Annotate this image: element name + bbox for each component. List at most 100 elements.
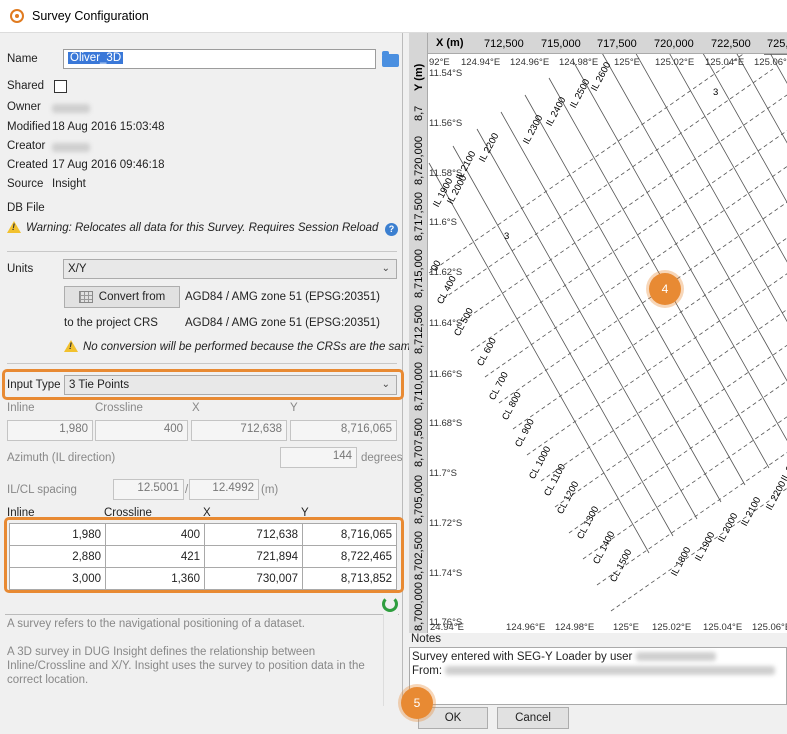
shared-label: Shared	[7, 80, 45, 92]
y-tick: 8,705,000	[413, 475, 425, 524]
tie-cell[interactable]: 2,880	[9, 545, 106, 568]
tie-cell[interactable]: 8,716,065	[302, 523, 397, 546]
y-tick: 8,702,500	[413, 531, 425, 580]
survey-map[interactable]: X (m) 712,500 715,000 717,500 720,000 72…	[409, 33, 787, 633]
separator	[7, 251, 397, 252]
y-tick: 8,712,500	[413, 305, 425, 354]
cancel-button[interactable]: Cancel	[497, 707, 569, 729]
tie-cell[interactable]: 1,360	[105, 567, 205, 590]
units-select[interactable]: X/Y ⌄	[63, 259, 397, 279]
x-axis-title: X (m)	[436, 37, 464, 49]
name-value: Oliver_3D	[68, 52, 124, 64]
owner-value-redacted	[52, 104, 90, 113]
azimuth-field: 144	[280, 447, 357, 468]
lon-label: 124.96°E	[510, 57, 550, 68]
created-label: Created	[7, 159, 48, 171]
refresh-icon[interactable]	[382, 596, 398, 612]
tie-cell[interactable]: 721,894	[204, 545, 303, 568]
ref-crossline-header: Crossline	[95, 402, 143, 414]
shared-checkbox[interactable]	[54, 80, 67, 93]
x-tick: 722,500	[711, 38, 751, 50]
lon-label: 125.06°E	[752, 622, 787, 633]
crossline-line	[498, 201, 787, 404]
lat-label: 11.76°S	[429, 617, 463, 628]
tie-cell[interactable]: 3,000	[9, 567, 106, 590]
survey-properties-panel: Name Oliver_3D Shared Owner Modified 18 …	[0, 33, 417, 707]
spacing-label: IL/CL spacing	[7, 484, 77, 496]
x-tick: 720,000	[654, 38, 694, 50]
source-value: Insight	[52, 178, 86, 190]
name-input[interactable]: Oliver_3D	[63, 49, 376, 69]
lat-label: 11.54°S	[429, 68, 463, 79]
tie-cell[interactable]: 421	[105, 545, 205, 568]
step-callout-5: 5	[401, 687, 433, 719]
y-tick: 8,710,000	[413, 362, 425, 411]
dbfile-label: DB File	[7, 202, 45, 214]
convert-from-button[interactable]: Convert from	[64, 286, 180, 308]
table-row: 3,000 1,360 730,007 8,713,852	[9, 567, 397, 590]
notes-from-redacted	[445, 666, 776, 675]
tie-points-table: 1,980 400 712,638 8,716,065 2,880 421 72…	[9, 523, 397, 590]
description-scrollbar[interactable]	[383, 614, 398, 706]
lon-label: 125°E	[613, 622, 639, 633]
window-title: Survey Configuration	[32, 9, 149, 23]
notes-line2: From:	[412, 665, 443, 677]
grid-mark: 3	[504, 231, 510, 242]
x-tick: 712,500	[484, 38, 524, 50]
title-bar: Survey Configuration	[0, 0, 787, 33]
description-text: A survey refers to the navigational posi…	[7, 618, 305, 630]
y-tick: 8,700,000	[413, 582, 425, 631]
crossline-line	[526, 273, 787, 456]
input-type-select[interactable]: 3 Tie Points ⌄	[64, 375, 397, 395]
tie-cell[interactable]: 8,722,465	[302, 545, 397, 568]
lat-label: 11.74°S	[429, 568, 463, 579]
x-tick: 717,500	[597, 38, 637, 50]
lon-label: 125.04°E	[705, 57, 745, 68]
description-panel: A survey refers to the navigational posi…	[5, 614, 399, 706]
spacing-separator: /	[185, 484, 189, 496]
tie-cell[interactable]: 712,638	[204, 523, 303, 546]
y-tick: 8,7	[413, 105, 425, 121]
warning-icon	[64, 340, 78, 352]
created-value: 17 Aug 2016 09:46:18	[52, 159, 165, 171]
ref-crossline-field: 400	[95, 420, 188, 441]
help-icon[interactable]: ?	[385, 223, 398, 236]
lon-label: 125°E	[614, 57, 640, 68]
tie-cell[interactable]: 1,980	[9, 523, 106, 546]
lon-label: 125.02°E	[655, 57, 695, 68]
lon-label: 125.04°E	[703, 622, 743, 633]
tie-cell[interactable]: 8,713,852	[302, 567, 397, 590]
inline-line	[623, 33, 787, 323]
notes-line: From:	[412, 664, 784, 678]
units-label: Units	[7, 263, 34, 275]
azimuth-unit: degrees	[361, 452, 403, 464]
ref-inline-field: 1,980	[7, 420, 93, 441]
y-axis-title: Y (m)	[413, 63, 425, 91]
grid-mark: 3	[713, 87, 719, 98]
table-row: 1,980 400 712,638 8,716,065	[9, 523, 397, 546]
dbfile-warning-text: Warning: Relocates all data for this Sur…	[26, 222, 379, 234]
no-conversion-warning: No conversion will be performed because …	[64, 340, 417, 353]
folder-icon[interactable]	[382, 51, 399, 67]
crossline-line	[512, 237, 787, 430]
tie-cell[interactable]: 400	[105, 523, 205, 546]
ref-inline-header: Inline	[7, 402, 35, 414]
description-text: A 3D survey in DUG Insight defines the r…	[7, 646, 365, 686]
to-crs: AGD84 / AMG zone 51 (EPSG:20351)	[185, 317, 380, 329]
x-tick: 715,000	[541, 38, 581, 50]
crossline-line	[456, 94, 787, 326]
lon-label: 92°E	[429, 57, 450, 68]
notes-line: Survey entered with SEG-Y Loader by user	[412, 650, 784, 664]
chevron-down-icon: ⌄	[381, 379, 390, 390]
survey-grid	[428, 33, 787, 612]
notes-area[interactable]: Survey entered with SEG-Y Loader by user…	[409, 647, 787, 705]
y-axis: Y (m) 8,7 8,720,000 8,717,500 8,715,000 …	[409, 33, 428, 633]
warning-icon	[7, 221, 21, 233]
app-icon	[10, 9, 24, 23]
y-tick: 8,707,500	[413, 418, 425, 467]
from-crs: AGD84 / AMG zone 51 (EPSG:20351)	[185, 291, 380, 303]
creator-label: Creator	[7, 140, 46, 152]
tie-cell[interactable]: 730,007	[204, 567, 303, 590]
chevron-down-icon: ⌄	[381, 263, 390, 274]
dbfile-warning: Warning: Relocates all data for this Sur…	[7, 221, 378, 234]
